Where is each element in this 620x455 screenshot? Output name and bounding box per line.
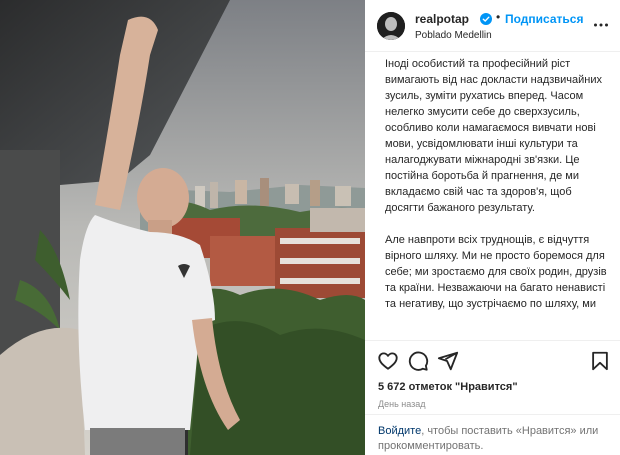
post-location[interactable]: Poblado Medellin — [415, 30, 492, 41]
post-photo[interactable] — [0, 0, 365, 455]
bookmark-icon[interactable] — [589, 350, 611, 372]
post-photo-illustration — [0, 0, 365, 455]
post-actions — [365, 340, 620, 380]
verified-badge-icon — [480, 12, 492, 25]
share-icon[interactable] — [437, 350, 459, 372]
separator-dot: • — [496, 10, 501, 24]
post-sidebar: realpotap • Подписаться Poblado Medellin… — [365, 0, 620, 455]
heart-icon[interactable] — [377, 350, 399, 372]
post-header: realpotap • Подписаться Poblado Medellin — [365, 0, 620, 52]
avatar[interactable] — [377, 12, 405, 40]
login-link[interactable]: Войдите — [378, 425, 421, 437]
login-prompt: Войдите, чтобы поставить «Нравится» или … — [365, 414, 620, 455]
comment-icon[interactable] — [407, 350, 429, 372]
caption-paragraph: Але навпроти всіх труднощів, є відчуття … — [385, 234, 610, 310]
avatar-image — [377, 12, 405, 40]
post-time[interactable]: День назад — [378, 399, 426, 409]
post-caption: Іноді особистий та професійний ріст вима… — [365, 52, 620, 340]
more-options-icon[interactable] — [593, 17, 609, 33]
username[interactable]: realpotap — [415, 12, 469, 26]
likes-count[interactable]: 5 672 отметок "Нравится" — [378, 381, 518, 393]
caption-paragraph: Іноді особистий та професійний ріст вима… — [385, 58, 606, 214]
follow-button[interactable]: Подписаться — [505, 12, 583, 26]
